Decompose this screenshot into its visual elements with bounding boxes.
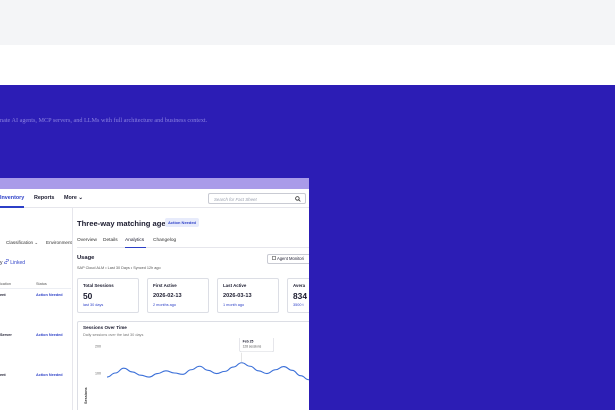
tooltip-date: Feb 25 [243, 340, 254, 344]
y-axis-label: Sessions [84, 387, 88, 404]
stat-card-first-active: First Active 2026-02-13 2 months ago [147, 278, 209, 313]
tooltip-value: 128 sessions [243, 345, 262, 349]
nav-more[interactable]: More ⌄ [64, 195, 83, 201]
tab-active-underline [125, 246, 146, 248]
card-sub: 3500 t [293, 303, 304, 307]
list-item-label: Server [0, 333, 12, 337]
tab-details[interactable]: Details [103, 238, 118, 243]
filter-row: Classification ⌄ Environment [0, 240, 72, 252]
status-badge: Action Needed [165, 218, 200, 227]
usage-meta: SAP Cloud ALM • Last 30 Days • Synced 12… [77, 266, 161, 270]
tab-analytics[interactable]: Analytics [125, 238, 144, 243]
fact-sheet-search[interactable]: Search for Fact Sheet [208, 193, 306, 204]
linked-prefix: y [0, 260, 3, 266]
tab-changelog[interactable]: Changelog [153, 238, 176, 243]
card-label: Last Active [223, 283, 247, 288]
nav-reports[interactable]: Reports [34, 195, 54, 201]
row-divider [0, 288, 71, 289]
status-badge: Action Needed [36, 333, 63, 337]
search-input[interactable]: Search for Fact Sheet [214, 197, 257, 202]
list-item-label: ent [0, 373, 6, 377]
header-band [0, 45, 615, 85]
chart-title: Sessions Over Time [83, 325, 127, 330]
detail-tabs: Overview Details Analytics Changelog [77, 237, 309, 248]
filter-environment[interactable]: Environment [46, 240, 72, 245]
linked-label: Linked [10, 260, 26, 266]
fact-sheet-title: Three-way matching agent [77, 219, 173, 228]
agent-monitoring-label: Agent Monitori [276, 256, 304, 261]
nav-active-underline [0, 206, 24, 208]
status-badge: Action Needed [36, 373, 63, 377]
card-label: Total Sessions [83, 283, 114, 288]
y-tick-label: 100 [95, 372, 101, 376]
chevron-down-icon: ⌄ [34, 240, 39, 245]
usage-heading: Usage [77, 255, 95, 261]
linked-filter[interactable]: y Linked [0, 258, 26, 266]
filter-classification[interactable]: Classification ⌄ [6, 240, 38, 246]
card-value: 2026-03-13 [223, 293, 252, 299]
card-label: Avera [293, 283, 306, 288]
card-sub: 2 months ago [153, 303, 177, 307]
pane-divider [72, 208, 73, 410]
card-value: 834 [293, 291, 307, 301]
chart-subtitle: Daily sessions over the last 30 days [83, 333, 144, 337]
hero-tagline: nate AI agents, MCP servers, and LLMs wi… [0, 117, 208, 124]
card-sub: 1 month ago [223, 303, 245, 307]
app-top-strip [0, 178, 309, 189]
search-icon[interactable] [295, 195, 301, 204]
series-line [106, 362, 309, 381]
card-label: First Active [153, 283, 177, 288]
nav-more-label: More [64, 195, 77, 201]
sessions-line-chart: Sessions 200 100 Feb 25128 sessions [84, 338, 309, 404]
status-badge: Action Needed [36, 293, 63, 297]
card-sub: last 30 days [83, 303, 104, 307]
card-value: 2026-02-13 [153, 293, 182, 299]
tab-overview[interactable]: Overview [77, 238, 97, 243]
column-header-status[interactable]: Status [36, 282, 47, 286]
nav-inventory[interactable]: Inventory [0, 195, 24, 201]
column-header-classification[interactable]: ication [0, 282, 11, 286]
card-value: 50 [83, 291, 93, 301]
stat-card-total-sessions: Total Sessions 50 last 30 days [77, 278, 139, 313]
y-tick-label: 200 [95, 345, 101, 349]
list-item-label: ent [0, 293, 6, 297]
stat-card-last-active: Last Active 2026-03-13 1 month ago [217, 278, 279, 313]
chevron-down-icon: ⌄ [78, 195, 83, 201]
browser-top-bar [0, 0, 615, 45]
filter-classification-label: Classification [6, 240, 34, 245]
stat-card-average: Avera 834 3500 t [287, 278, 309, 313]
app-screenshot: Inventory Reports More ⌄ Search for Fact… [0, 178, 309, 410]
top-navigation: Inventory Reports More ⌄ Search for Fact… [0, 189, 309, 208]
agent-monitoring-button[interactable]: Agent Monitori [267, 254, 309, 264]
